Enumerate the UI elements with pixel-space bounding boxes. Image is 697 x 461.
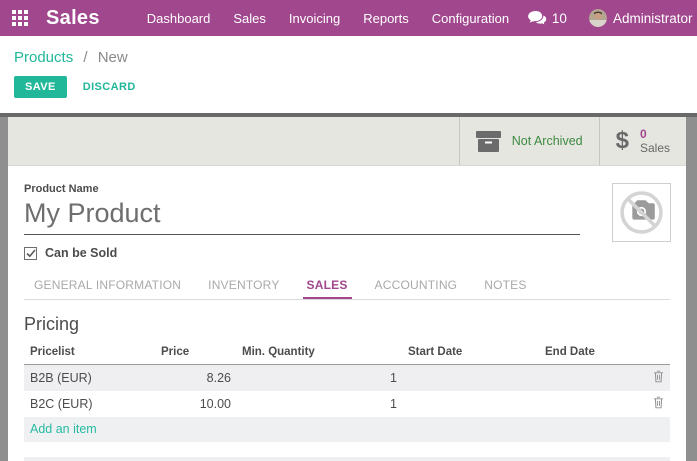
archive-box-icon — [476, 131, 501, 152]
archive-status-button[interactable]: Not Archived — [459, 117, 599, 165]
add-item-row[interactable]: Add an item — [24, 417, 670, 442]
content-area: Not Archived $ 0 Sales Product Name My P… — [0, 113, 697, 461]
cell-min-quantity[interactable]: 1 — [233, 365, 399, 392]
sales-stat-button[interactable]: $ 0 Sales — [599, 117, 686, 165]
column-header-min-quantity[interactable]: Min. Quantity — [233, 343, 399, 365]
menu-item-dashboard[interactable]: Dashboard — [147, 11, 211, 26]
cell-end-date[interactable] — [536, 391, 646, 417]
form-sheet: Not Archived $ 0 Sales Product Name My P… — [8, 117, 686, 461]
chat-bubbles-icon — [528, 11, 547, 26]
main-menu: Dashboard Sales Invoicing Reports Config… — [147, 11, 509, 26]
tab-sales[interactable]: SALES — [303, 272, 352, 299]
menu-item-sales[interactable]: Sales — [233, 11, 266, 26]
archive-status-label: Not Archived — [512, 134, 583, 148]
cell-start-date[interactable] — [399, 365, 536, 392]
column-header-end-date[interactable]: End Date — [536, 343, 646, 365]
add-item-link[interactable]: Add an item — [24, 417, 670, 442]
next-section-edge — [24, 457, 670, 461]
tab-notes[interactable]: NOTES — [480, 272, 530, 299]
cell-price[interactable]: 8.26 — [161, 365, 233, 392]
delete-row-button[interactable] — [646, 391, 670, 417]
tab-inventory[interactable]: INVENTORY — [204, 272, 283, 299]
tab-accounting[interactable]: ACCOUNTING — [371, 272, 462, 299]
top-navbar: Sales Dashboard Sales Invoicing Reports … — [0, 0, 697, 36]
cell-end-date[interactable] — [536, 365, 646, 392]
trash-icon — [653, 370, 664, 383]
dollar-icon: $ — [616, 127, 629, 155]
messages-button[interactable]: 10 — [528, 11, 567, 26]
table-row[interactable]: B2B (EUR) 8.26 1 — [24, 365, 670, 392]
notebook-tabs: GENERAL INFORMATION INVENTORY SALES ACCO… — [24, 272, 670, 300]
can-be-sold-field: Can be Sold — [24, 246, 670, 260]
pricelist-table: Pricelist Price Min. Quantity Start Date… — [24, 343, 670, 442]
column-header-pricelist[interactable]: Pricelist — [24, 343, 161, 365]
product-name-label: Product Name — [24, 183, 670, 195]
breadcrumb-products-link[interactable]: Products — [14, 49, 73, 66]
cell-start-date[interactable] — [399, 391, 536, 417]
product-name-input[interactable]: My Product — [24, 198, 580, 235]
user-menu[interactable]: Administrator — [613, 11, 693, 26]
column-header-start-date[interactable]: Start Date — [399, 343, 536, 365]
camera-slash-icon — [618, 189, 665, 236]
column-header-price[interactable]: Price — [161, 343, 233, 365]
user-avatar[interactable] — [589, 9, 607, 27]
cell-min-quantity[interactable]: 1 — [233, 391, 399, 417]
table-row[interactable]: B2C (EUR) 10.00 1 — [24, 391, 670, 417]
menu-item-invoicing[interactable]: Invoicing — [289, 11, 340, 26]
can-be-sold-label: Can be Sold — [45, 246, 117, 260]
menu-item-reports[interactable]: Reports — [363, 11, 409, 26]
cell-pricelist[interactable]: B2C (EUR) — [24, 391, 161, 417]
sales-count-label: Sales — [640, 141, 670, 155]
table-header-row: Pricelist Price Min. Quantity Start Date… — [24, 343, 670, 365]
sales-count-value: 0 — [640, 127, 670, 141]
column-header-actions — [646, 343, 670, 365]
tab-general-information[interactable]: GENERAL INFORMATION — [30, 272, 185, 299]
breadcrumb-separator: / — [83, 49, 87, 66]
cell-price[interactable]: 10.00 — [161, 391, 233, 417]
menu-item-configuration[interactable]: Configuration — [432, 11, 509, 26]
control-panel: Products / New SAVE DISCARD — [0, 36, 697, 113]
delete-row-button[interactable] — [646, 365, 670, 392]
cell-pricelist[interactable]: B2B (EUR) — [24, 365, 161, 392]
save-button[interactable]: SAVE — [14, 76, 67, 98]
pricing-section-title: Pricing — [24, 314, 670, 335]
trash-icon — [653, 396, 664, 409]
breadcrumb-current: New — [98, 49, 128, 66]
breadcrumb: Products / New — [14, 49, 697, 66]
checkmark-icon — [26, 249, 36, 258]
apps-menu-icon[interactable] — [12, 10, 28, 26]
discard-button[interactable]: DISCARD — [83, 81, 136, 93]
messages-count-badge: 10 — [552, 11, 567, 26]
app-title[interactable]: Sales — [46, 7, 100, 30]
stat-button-bar: Not Archived $ 0 Sales — [8, 117, 686, 166]
can-be-sold-checkbox[interactable] — [24, 247, 37, 260]
product-image-placeholder[interactable] — [612, 183, 671, 242]
